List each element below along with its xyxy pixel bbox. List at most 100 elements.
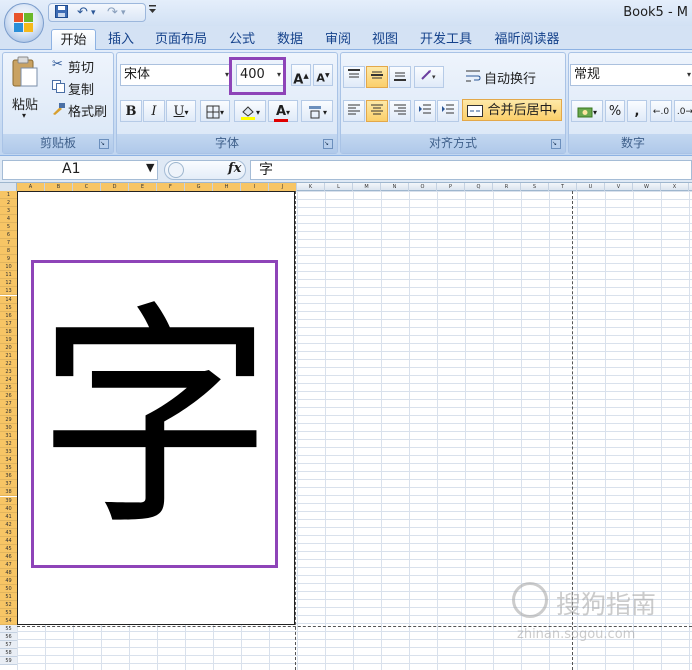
column-header[interactable]: G [185,183,213,191]
grow-font-button[interactable]: A▲ [291,64,311,87]
underline-dropdown-icon[interactable]: ▾ [184,102,188,124]
column-header[interactable]: I [241,183,269,191]
increase-indent-button[interactable] [437,100,459,122]
borders-dropdown-icon[interactable]: ▾ [220,108,224,117]
row-header[interactable]: 46 [0,552,17,561]
insert-function-button[interactable]: fx [228,161,241,176]
row-header[interactable]: 56 [0,633,17,642]
row-header[interactable]: 26 [0,392,17,400]
tab-view[interactable]: 视图 [365,29,405,50]
row-header[interactable]: 29 [0,416,17,425]
redo-icon[interactable]: ↷ [107,5,118,21]
row-header[interactable]: 3 [0,207,17,216]
clipboard-launcher-icon[interactable]: ↘ [99,139,109,149]
row-header[interactable]: 24 [0,375,17,384]
row-header[interactable]: 5 [0,223,17,232]
row-header[interactable]: 2 [0,199,17,208]
column-header[interactable]: J [269,183,297,191]
column-header[interactable]: R [493,183,521,191]
column-header[interactable]: A [17,183,45,191]
row-header[interactable]: 39 [0,496,17,505]
row-header[interactable]: 42 [0,520,17,529]
column-header[interactable]: O [409,183,437,191]
row-header[interactable]: 4 [0,215,17,224]
select-all-button[interactable] [0,183,17,191]
phonetic-button[interactable]: ▾ [301,100,333,122]
borders-button[interactable]: ▾ [200,100,230,122]
customize-qat-icon[interactable] [148,4,157,19]
number-format-combo[interactable]: 常规 ▾ [570,64,692,86]
column-header[interactable]: U [577,183,605,191]
column-header[interactable]: X [661,183,689,191]
column-header[interactable]: L [325,183,353,191]
row-header[interactable]: 47 [0,560,17,569]
row-header[interactable]: 43 [0,528,17,537]
formula-bar-handle-icon[interactable] [168,162,184,178]
row-header[interactable]: 34 [0,456,17,465]
paste-dropdown-icon[interactable]: ▾ [22,111,26,120]
format-painter-button[interactable]: 格式刷 [68,101,107,120]
column-header[interactable]: S [521,183,549,191]
row-header[interactable]: 16 [0,311,17,320]
row-header[interactable]: 48 [0,568,17,577]
alignment-launcher-icon[interactable]: ↘ [551,139,561,149]
tab-foxit-reader[interactable]: 福昕阅读器 [487,29,567,50]
font-launcher-icon[interactable]: ↘ [323,139,333,149]
row-header[interactable]: 28 [0,408,17,417]
row-header[interactable]: 21 [0,351,17,360]
orientation-button[interactable]: ▾ [414,66,444,88]
row-header[interactable]: 17 [0,319,17,328]
row-header[interactable]: 9 [0,255,17,264]
column-header[interactable]: B [45,183,73,191]
row-header[interactable]: 44 [0,536,17,545]
row-header[interactable]: 18 [0,327,17,336]
undo-icon[interactable]: ↶ [77,5,88,21]
align-bottom-button[interactable] [389,66,411,88]
wrap-text-button[interactable]: 自动换行 [484,68,536,87]
row-header[interactable]: 32 [0,440,17,449]
row-header[interactable]: 7 [0,239,17,248]
tab-developer[interactable]: 开发工具 [413,29,479,50]
column-header[interactable]: H [213,183,241,191]
row-header[interactable]: 53 [0,609,17,618]
column-header[interactable]: W [633,183,661,191]
accounting-format-button[interactable]: ▾ [571,100,603,122]
cut-button[interactable]: 剪切 [68,57,94,76]
row-header[interactable]: 31 [0,432,17,441]
fill-color-dropdown-icon[interactable]: ▾ [256,108,260,117]
row-header[interactable]: 20 [0,343,17,352]
row-header[interactable]: 15 [0,303,17,312]
shrink-font-button[interactable]: A▼ [313,64,333,86]
row-header[interactable]: 37 [0,480,17,489]
fill-color-button[interactable]: ▾ [234,100,266,122]
number-format-dropdown-icon[interactable]: ▾ [687,65,691,85]
tab-home[interactable]: 开始 [51,29,96,50]
copy-button[interactable]: 复制 [68,79,94,98]
italic-button[interactable]: I [143,100,165,122]
align-top-button[interactable] [343,66,365,88]
formula-input[interactable]: 字 [250,160,692,180]
row-header[interactable]: 45 [0,544,17,553]
row-header[interactable]: 25 [0,383,17,392]
align-right-button[interactable] [389,100,411,122]
row-header[interactable]: 36 [0,472,17,481]
row-header[interactable]: 50 [0,584,17,593]
row-header[interactable]: 35 [0,464,17,473]
tab-insert[interactable]: 插入 [101,29,141,50]
row-header[interactable]: 40 [0,504,17,513]
undo-dropdown-icon[interactable]: ▾ [91,5,96,21]
decrease-indent-button[interactable] [414,100,436,122]
merge-center-button[interactable]: 合并后居中▾ [462,99,562,121]
align-middle-button[interactable] [366,66,388,88]
row-header[interactable]: 38 [0,488,17,497]
tab-data[interactable]: 数据 [270,29,310,50]
row-header[interactable]: 54 [0,617,17,626]
align-left-button[interactable] [343,100,365,122]
phonetic-dropdown-icon[interactable]: ▾ [323,108,327,117]
column-header[interactable]: E [129,183,157,191]
align-center-button[interactable] [366,100,388,122]
column-header[interactable]: F [157,183,185,191]
accounting-dropdown-icon[interactable]: ▾ [593,108,597,117]
row-header[interactable]: 58 [0,649,17,658]
underline-button[interactable]: U▾ [166,100,196,122]
